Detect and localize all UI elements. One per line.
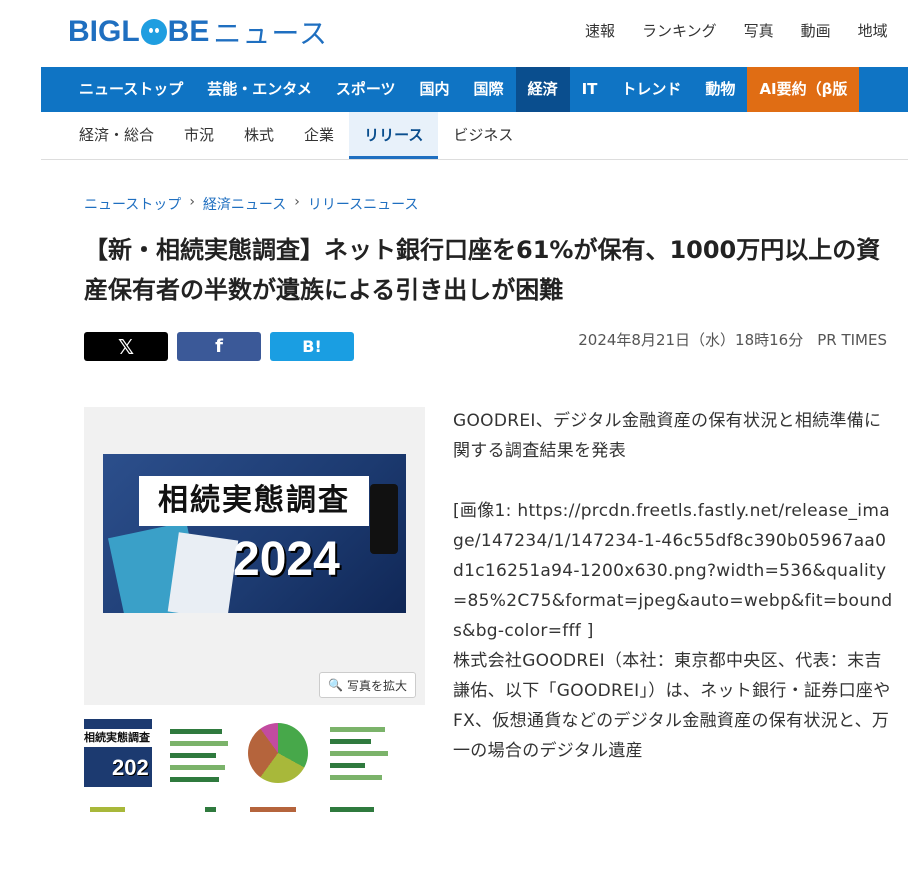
thumbnail-5[interactable] <box>84 805 152 873</box>
nav-item-sports[interactable]: スポーツ <box>324 67 408 112</box>
article-title: 【新・相続実態調査】ネット銀行口座を61%が保有、1000万円以上の資産保有者の… <box>84 236 881 304</box>
share-hatena-button[interactable]: B! <box>270 332 354 361</box>
x-icon: 𝕏 <box>117 334 135 359</box>
logo-globe-icon <box>140 19 167 45</box>
zoom-photo-button[interactable]: 🔍 写真を拡大 <box>319 672 416 698</box>
body-paragraph-3: 株式会社GOODREI（本社：東京都中央区、代表：末吉謙佑、以下「GOODREI… <box>453 651 891 761</box>
top-links: 速報 ランキング 写真 動画 地域 <box>585 20 908 41</box>
site-header: BIGL BE ニュース 速報 ランキング 写真 動画 地域 <box>0 0 908 67</box>
share-buttons: 𝕏 f B! <box>84 332 354 361</box>
share-x-button[interactable]: 𝕏 <box>84 332 168 361</box>
hero-document-graphic-2 <box>167 532 239 613</box>
article-body: GOODREI、デジタル金融資産の保有状況と相続準備に関する調査結果を発表 [画… <box>453 406 893 766</box>
thumbnail-title: 相続実態調査 <box>84 729 152 747</box>
hero-image[interactable]: 相続実態調査 2024 <box>103 454 406 613</box>
breadcrumb: ニューストップ › 経済ニュース › リリースニュース <box>84 194 418 214</box>
body-paragraph-1: GOODREI、デジタル金融資産の保有状況と相続準備に関する調査結果を発表 <box>453 411 882 461</box>
bar-chart-graphic <box>170 807 228 819</box>
thumbnail-3[interactable] <box>244 719 312 787</box>
magnifier-icon: 🔍 <box>328 678 343 692</box>
top-link-regions[interactable]: 地域 <box>858 20 888 41</box>
nav-item-top[interactable]: ニューストップ <box>41 67 195 112</box>
top-link-videos[interactable]: 動画 <box>801 20 831 41</box>
bar-chart-graphic <box>330 727 388 787</box>
biglobe-news-logo[interactable]: BIGL BE ニュース <box>68 14 328 50</box>
breadcrumb-economy[interactable]: 経済ニュース <box>203 194 286 214</box>
main-image-box: 相続実態調査 2024 🔍 写真を拡大 <box>84 407 425 705</box>
subnav-item-stocks[interactable]: 株式 <box>229 112 289 159</box>
top-link-photos[interactable]: 写真 <box>744 20 774 41</box>
nav-item-animals[interactable]: 動物 <box>693 67 747 112</box>
zoom-photo-label: 写真を拡大 <box>346 678 407 693</box>
breadcrumb-releases[interactable]: リリースニュース <box>308 194 419 214</box>
article-date: 2024年8月21日（水）18時16分 <box>578 331 804 349</box>
thumbnail-7[interactable] <box>244 805 312 873</box>
nav-item-ai-summary[interactable]: AI要約（β版 <box>747 67 860 112</box>
bar-chart-graphic <box>170 729 228 787</box>
nav-item-entertainment[interactable]: 芸能・エンタメ <box>195 67 324 112</box>
subnav-item-companies[interactable]: 企業 <box>289 112 349 159</box>
hero-year: 2024 <box>233 533 340 586</box>
nav-item-domestic[interactable]: 国内 <box>408 67 462 112</box>
thumbnail-2[interactable] <box>164 719 232 787</box>
facebook-icon: f <box>215 336 223 357</box>
sub-nav: 経済・総合 市況 株式 企業 リリース ビジネス <box>41 112 908 160</box>
nav-item-it[interactable]: IT <box>570 67 610 112</box>
logo-news-text: ニュース <box>213 17 328 50</box>
article-source[interactable]: PR TIMES <box>817 331 887 349</box>
thumbnail-year: 202 <box>112 755 149 780</box>
pie-chart-graphic <box>248 723 308 783</box>
subnav-item-market[interactable]: 市況 <box>169 112 229 159</box>
thumbnail-1[interactable]: 相続実態調査 202 <box>84 719 152 787</box>
bar-chart-graphic <box>90 807 148 819</box>
subnav-item-business[interactable]: ビジネス <box>438 112 528 159</box>
body-paragraph-2: [画像1: https://prcdn.freetls.fastly.net/r… <box>453 501 893 641</box>
hero-title: 相続実態調査 <box>139 476 369 526</box>
hatena-bookmark-icon: B! <box>302 337 322 356</box>
logo-text: BIGL <box>68 15 140 48</box>
thumbnail-6[interactable] <box>164 805 232 873</box>
chevron-right-icon: › <box>189 194 195 210</box>
subnav-item-releases[interactable]: リリース <box>349 112 439 159</box>
nav-item-trend[interactable]: トレンド <box>609 67 693 112</box>
bar-chart-graphic <box>330 807 388 819</box>
chevron-right-icon: › <box>294 194 300 210</box>
main-nav: ニューストップ 芸能・エンタメ スポーツ 国内 国際 経済 IT トレンド 動物… <box>41 67 908 112</box>
subnav-item-general[interactable]: 経済・総合 <box>41 112 169 159</box>
share-facebook-button[interactable]: f <box>177 332 261 361</box>
bar-chart-graphic <box>250 807 308 819</box>
breadcrumb-news-top[interactable]: ニューストップ <box>84 194 181 214</box>
nav-item-economy[interactable]: 経済 <box>515 67 570 112</box>
hero-phone-graphic <box>370 484 398 554</box>
logo-text-2: BE <box>167 15 210 48</box>
article-meta: 2024年8月21日（水）18時16分 PR TIMES <box>578 329 887 350</box>
top-link-breaking[interactable]: 速報 <box>585 20 615 41</box>
thumbnail-4[interactable] <box>324 719 392 787</box>
thumbnail-8[interactable] <box>324 805 392 873</box>
nav-item-international[interactable]: 国際 <box>462 67 516 112</box>
top-link-ranking[interactable]: ランキング <box>642 20 717 41</box>
